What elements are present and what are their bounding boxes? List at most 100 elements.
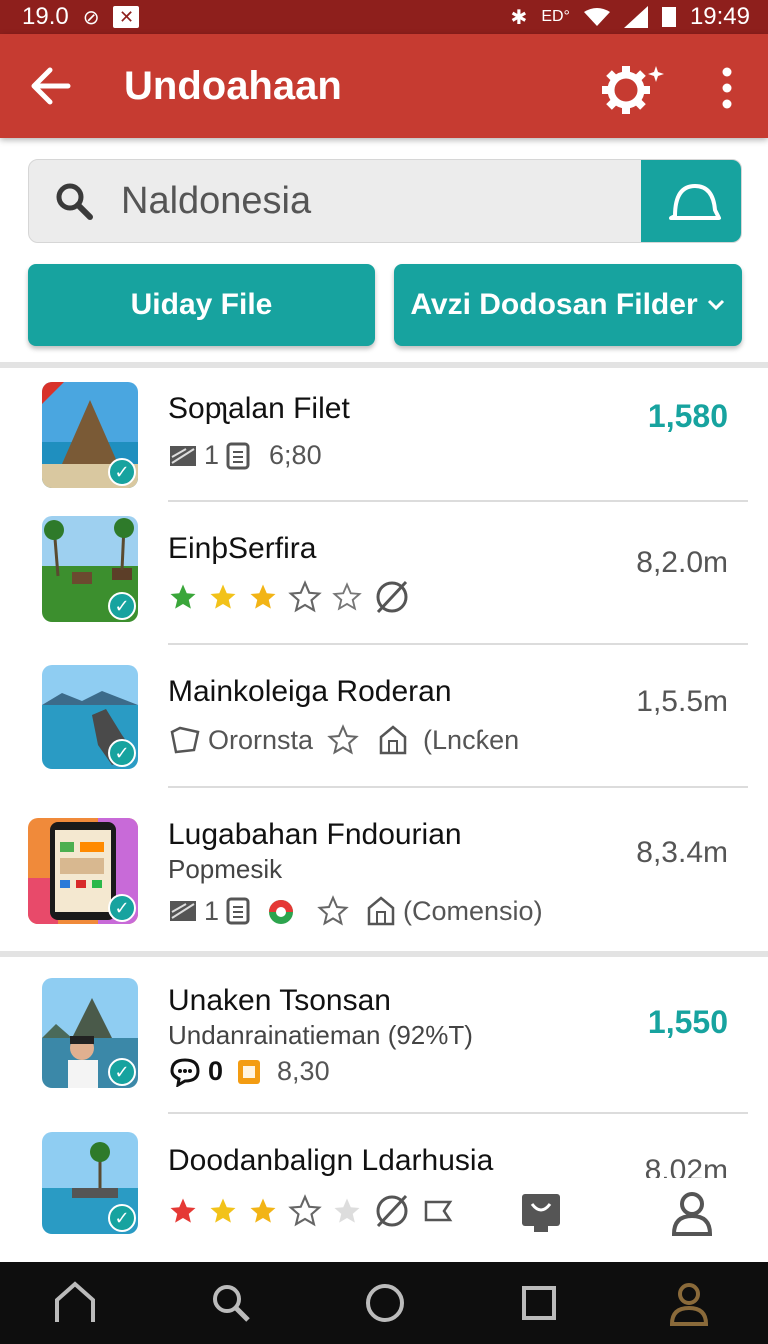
badge-icon <box>170 726 200 754</box>
star-outline-icon <box>317 895 349 926</box>
check-icon: ✓ <box>108 1204 136 1232</box>
status-bar: 19.0 ⊘ ✕ ✱ ED° 19:49 <box>0 0 768 34</box>
profile-icon[interactable] <box>670 1190 714 1236</box>
meta-a: Orornsta <box>208 724 314 755</box>
list-item[interactable]: ✓ Doodanbalign Ldarhusia 8.02m <box>0 1116 768 1262</box>
meta-b: (Comensio) <box>403 895 543 926</box>
star-filled-icon <box>170 1198 196 1223</box>
bluetooth-icon: ✱ <box>510 6 528 29</box>
item-title: Unaken Tsonsan <box>168 984 391 1017</box>
check-icon: ✓ <box>108 592 136 620</box>
upload-file-button[interactable]: Uiday File <box>28 264 375 346</box>
wifi-icon <box>583 8 610 26</box>
search-action-button[interactable] <box>641 160 741 242</box>
item-value: 8.02m <box>644 1154 728 1178</box>
person-icon[interactable] <box>666 1280 712 1326</box>
signal-icon <box>623 6 648 28</box>
back-arrow-icon[interactable] <box>28 64 74 108</box>
meta-count: 1 <box>204 440 220 470</box>
rating-row <box>168 1192 454 1230</box>
system-nav-bar <box>0 1262 768 1344</box>
meta-count: 0 <box>208 1056 224 1086</box>
gear-icon[interactable] <box>600 60 666 116</box>
meta-text: 8,30 <box>277 1056 330 1086</box>
star-filled-icon <box>210 1198 236 1223</box>
house-icon <box>379 725 407 755</box>
item-thumbnail: ✓ <box>42 516 138 622</box>
item-title: Sopʅalan Filet <box>168 392 350 425</box>
archive-icon[interactable] <box>520 1192 562 1234</box>
check-icon: ✓ <box>108 1058 136 1086</box>
star-filled-icon <box>210 584 236 609</box>
flag-icon <box>424 1200 453 1222</box>
star-outline-icon <box>288 1194 322 1227</box>
page-title: Undoahaan <box>124 64 342 108</box>
item-value: 1,5.5m <box>636 685 728 718</box>
document-icon <box>226 442 250 469</box>
item-thumbnail: ✓ <box>42 1132 138 1234</box>
square-icon[interactable] <box>516 1280 562 1326</box>
star-filled-icon <box>250 1198 276 1223</box>
filter-label: Avzi Dodosan Filder <box>410 288 698 321</box>
list-item[interactable]: ✓ Unaken Tsonsan Undanrainatieman (92%T)… <box>0 958 768 1114</box>
chevron-down-icon <box>707 299 724 311</box>
check-icon: ✓ <box>108 739 136 767</box>
item-thumbnail: ✓ <box>42 978 138 1088</box>
section-divider <box>0 951 768 957</box>
item-thumbnail: ✓ <box>42 665 138 769</box>
more-vertical-icon[interactable] <box>714 66 740 110</box>
document-icon <box>226 897 250 925</box>
item-value: 8,2.0m <box>636 546 728 579</box>
list-item[interactable]: ✓ EinþSerfira 8,2.0m <box>0 502 768 645</box>
item-subtitle: Popmesik <box>168 854 283 884</box>
meta-b: (Lncƙen <box>423 724 520 755</box>
item-thumbnail: ✓ <box>42 382 138 488</box>
star-filled-icon <box>250 584 276 609</box>
rating-row <box>168 578 412 616</box>
item-meta: 1 (Comensio) <box>168 894 543 928</box>
item-title: Mainkoleiga Roderan <box>168 675 452 708</box>
chat-icon <box>170 1057 200 1087</box>
home-icon[interactable] <box>52 1280 98 1326</box>
star-outline-icon <box>327 724 359 755</box>
check-icon: ✓ <box>108 458 136 486</box>
bell-icon <box>669 184 721 220</box>
item-meta: 0 8,30 <box>168 1056 330 1087</box>
meta-count: 1 <box>204 895 220 926</box>
star-outline-icon <box>332 582 362 611</box>
image-icon <box>170 445 196 466</box>
notification-icon: ⊘ <box>82 6 100 29</box>
circle-icon[interactable] <box>362 1280 408 1326</box>
status-time-left: 19.0 <box>22 3 69 30</box>
upload-file-label: Uiday File <box>130 288 273 321</box>
house-icon <box>367 896 395 926</box>
search-icon[interactable] <box>208 1280 254 1326</box>
check-icon: ✓ <box>108 894 136 922</box>
list-item[interactable]: ✓ Mainkoleiga Roderan Orornsta (Lncƙen 1… <box>0 645 768 788</box>
list-item[interactable]: ✓ Sopʅalan Filet 1 6;80 1,580 <box>0 370 768 502</box>
divider <box>168 1112 748 1114</box>
note-icon <box>238 1059 261 1084</box>
item-value: 1,580 <box>647 398 728 434</box>
app-bar: Undoahaan <box>0 34 768 138</box>
filter-dropdown-button[interactable]: Avzi Dodosan Filder <box>394 264 742 346</box>
section-divider <box>0 362 768 368</box>
item-meta: 1 6;80 <box>168 440 322 471</box>
no-pencil-icon <box>376 580 408 614</box>
item-title: EinþSerfira <box>168 532 317 565</box>
item-subtitle: Undanrainatieman (92%T) <box>168 1020 473 1050</box>
item-value: 1,550 <box>647 1004 728 1040</box>
mail-icon: ✕ <box>113 6 140 28</box>
no-pencil-icon <box>376 1194 408 1228</box>
chrome-icon <box>269 900 294 924</box>
item-thumbnail: ✓ <box>28 818 138 924</box>
item-value: 8,3.4m <box>636 836 728 869</box>
battery-icon <box>661 7 676 27</box>
data-indicator: ED° <box>541 8 570 25</box>
search-input[interactable] <box>121 160 641 242</box>
star-filled-icon <box>170 584 196 609</box>
item-title: Lugabahan Fndourian <box>168 818 462 851</box>
list-item[interactable]: ✓ Lugabahan Fndourian Popmesik 1 (Comens… <box>0 788 768 950</box>
status-time: 19:49 <box>689 3 750 30</box>
search-icon <box>56 183 93 220</box>
